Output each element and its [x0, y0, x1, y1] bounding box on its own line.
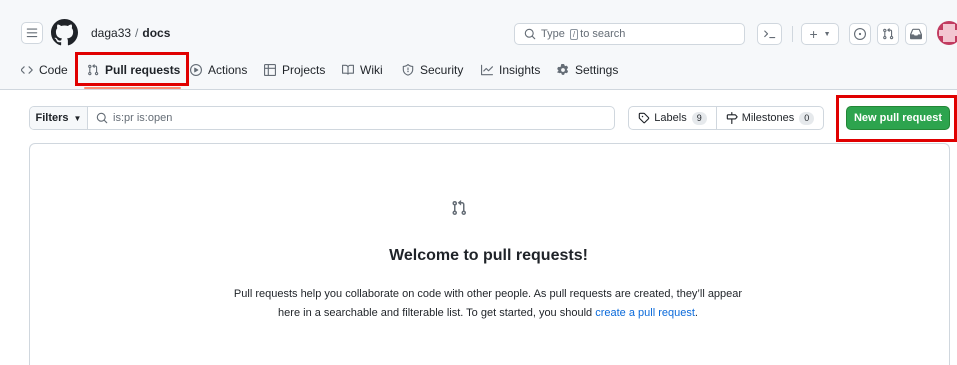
milestones-count-badge: 0 — [799, 111, 815, 125]
highlight-box-new-pull-request — [836, 95, 957, 142]
header-divider — [792, 26, 793, 42]
create-pull-request-link[interactable]: create a pull request — [595, 307, 695, 319]
chevron-down-icon: ▼ — [823, 30, 831, 38]
labels-count-badge: 9 — [691, 111, 707, 125]
milestones-button[interactable]: Milestones 0 — [717, 107, 823, 129]
tab-settings[interactable]: Settings — [557, 58, 618, 82]
tab-security-label: Security — [420, 63, 464, 77]
tab-actions-label: Actions — [208, 63, 248, 77]
filter-query-value: is:pr is:open — [113, 112, 173, 124]
highlight-box-pull-requests-tab — [75, 52, 189, 86]
tab-insights-label: Insights — [499, 63, 541, 77]
git-pull-request-icon — [452, 200, 466, 216]
gear-icon — [557, 64, 568, 75]
tab-insights[interactable]: Insights — [481, 58, 540, 82]
book-icon — [342, 64, 354, 75]
github-logo-icon[interactable] — [51, 19, 78, 46]
issues-button[interactable] — [849, 23, 871, 45]
menu-button[interactable] — [21, 22, 43, 44]
hamburger-icon — [26, 28, 38, 38]
inbox-button[interactable] — [905, 23, 927, 45]
graph-icon — [481, 64, 493, 76]
plus-icon: + — [809, 26, 818, 42]
create-new-button[interactable]: + ▼ — [801, 23, 839, 45]
filter-bar: Filters ▼ is:pr is:open — [29, 106, 615, 130]
tab-code[interactable]: Code — [21, 58, 68, 82]
filters-label: Filters — [35, 112, 69, 124]
shield-icon — [402, 64, 414, 76]
milestones-label: Milestones — [741, 112, 795, 124]
table-icon — [264, 64, 276, 76]
tab-projects-label: Projects — [282, 63, 326, 77]
user-avatar[interactable] — [937, 21, 957, 45]
tab-settings-label: Settings — [575, 63, 619, 77]
blankslate-title: Welcome to pull requests! — [389, 247, 588, 264]
command-palette-button[interactable] — [757, 23, 782, 45]
search-icon — [524, 28, 536, 40]
tab-wiki-label: Wiki — [360, 63, 383, 77]
play-icon — [190, 64, 202, 76]
labels-button[interactable]: Labels 9 — [629, 107, 717, 129]
code-icon — [21, 66, 33, 74]
filters-dropdown-button[interactable]: Filters ▼ — [30, 107, 88, 129]
labels-label: Labels — [654, 112, 687, 124]
owner-link[interactable]: daga33 — [91, 26, 131, 40]
issue-opened-icon — [854, 28, 866, 40]
caret-down-icon: ▼ — [73, 113, 82, 123]
repo-breadcrumb: daga33 /docs — [91, 26, 170, 40]
tab-security[interactable]: Security — [402, 58, 463, 82]
filter-search-input[interactable]: is:pr is:open — [88, 107, 614, 129]
active-tab-underline — [84, 87, 181, 89]
search-placeholder-prefix: Type — [541, 28, 565, 40]
tab-wiki[interactable]: Wiki — [342, 58, 383, 82]
tag-icon — [639, 112, 650, 124]
inbox-icon — [910, 28, 922, 40]
milestone-icon — [726, 112, 738, 124]
breadcrumb-separator: / — [135, 26, 139, 40]
blankslate-description: Pull requests help you collaborate on co… — [223, 285, 753, 323]
global-search-input[interactable]: Type / to search — [514, 23, 745, 45]
search-shortcut-key: / — [569, 28, 579, 40]
tab-projects[interactable]: Projects — [264, 58, 325, 82]
search-icon — [96, 112, 108, 124]
search-placeholder-suffix: to search — [580, 28, 626, 40]
blankslate-text-after: . — [694, 307, 698, 319]
terminal-icon — [763, 30, 775, 39]
tab-code-label: Code — [39, 63, 68, 77]
repo-link[interactable]: docs — [142, 26, 170, 40]
tab-actions[interactable]: Actions — [190, 58, 247, 82]
labels-milestones-group: Labels 9 Milestones 0 — [628, 106, 824, 130]
header-pull-requests-button[interactable] — [877, 23, 899, 45]
git-pull-request-icon — [883, 28, 894, 40]
